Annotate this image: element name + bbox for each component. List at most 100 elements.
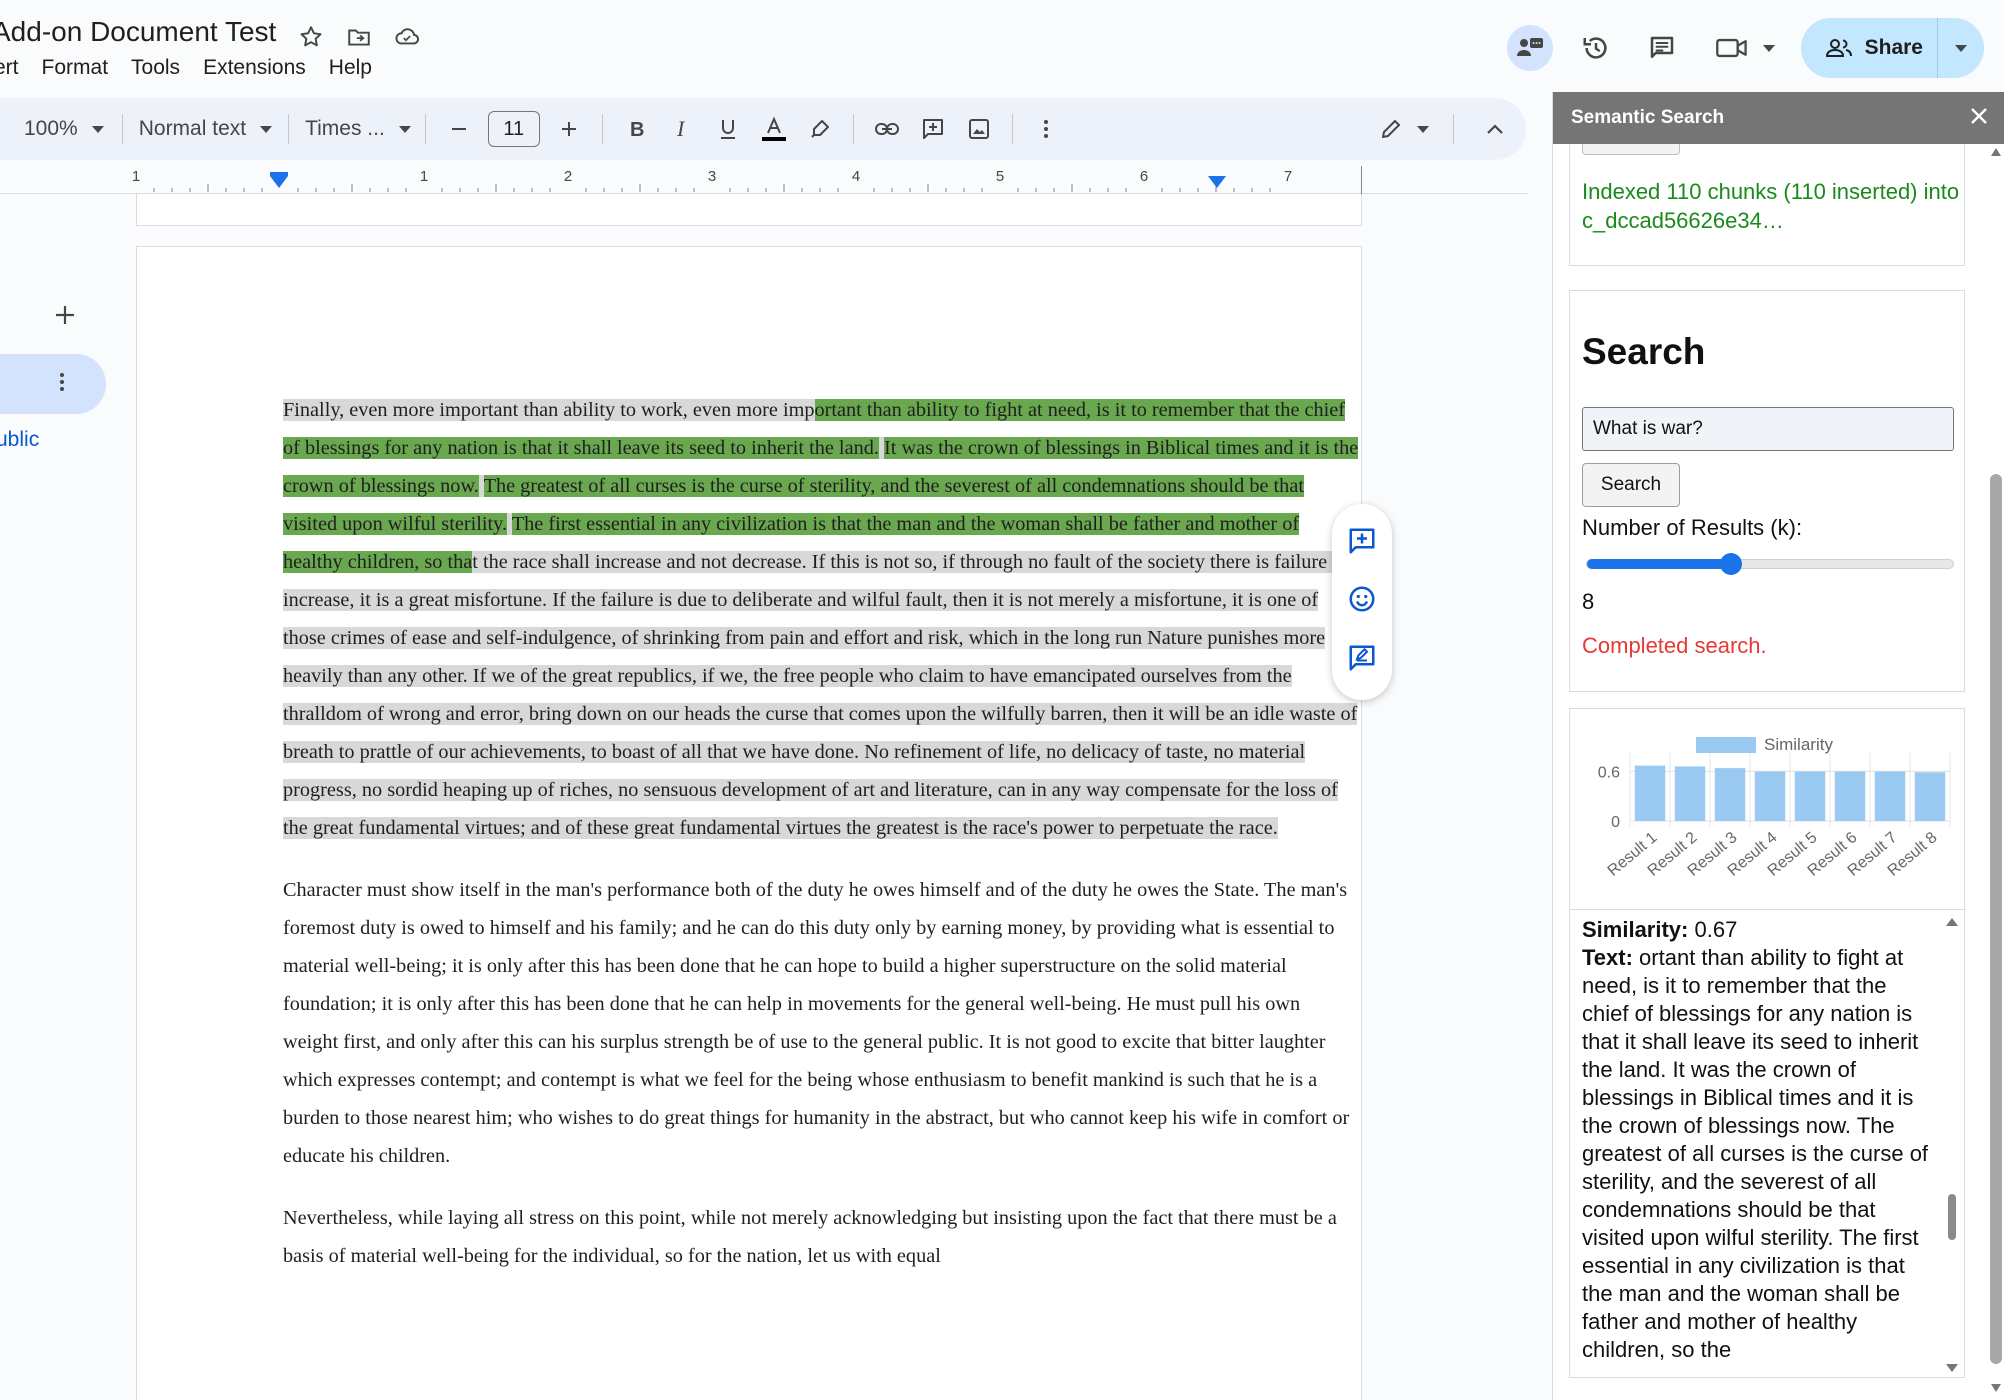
right-indent-marker[interactable] bbox=[1208, 176, 1226, 188]
results-scroll-thumb[interactable] bbox=[1948, 1194, 1956, 1240]
cloud-saved-icon[interactable] bbox=[392, 22, 422, 52]
divider bbox=[121, 114, 123, 144]
font-select[interactable]: Times ... bbox=[305, 109, 411, 149]
sidebar-header: Semantic Search bbox=[1553, 92, 2004, 144]
move-to-folder-icon[interactable] bbox=[344, 22, 374, 52]
chart-bar bbox=[1794, 771, 1826, 821]
indexed-message: Indexed 110 chunks (110 inserted) into c… bbox=[1582, 179, 1960, 233]
k-slider-fill bbox=[1587, 559, 1731, 569]
presence-chat-button[interactable] bbox=[1506, 25, 1553, 71]
emoji-reaction-icon[interactable] bbox=[1347, 584, 1377, 619]
search-button[interactable]: Search bbox=[1582, 463, 1680, 507]
comments-button[interactable] bbox=[1639, 25, 1685, 71]
menu-extensions[interactable]: Extensions bbox=[203, 56, 306, 80]
more-options-button[interactable] bbox=[1027, 109, 1065, 149]
k-slider-thumb[interactable] bbox=[1719, 553, 1742, 575]
highlight-color-button[interactable] bbox=[801, 109, 839, 149]
search-card: Search Search Number of Results (k): 8 C… bbox=[1569, 290, 1965, 692]
font-value: Times ... bbox=[305, 117, 385, 140]
close-icon[interactable] bbox=[1969, 106, 1989, 131]
search-input[interactable] bbox=[1582, 407, 1954, 451]
sidebar-title: Semantic Search bbox=[1571, 107, 1725, 128]
result-item: Similarity: 0.67 Text: ortant than abili… bbox=[1582, 916, 1934, 1364]
menu-insert[interactable]: ert bbox=[0, 56, 19, 80]
version-history-button[interactable] bbox=[1573, 25, 1619, 71]
more-vertical-icon bbox=[1043, 120, 1048, 138]
scroll-up-icon[interactable] bbox=[1991, 148, 2001, 156]
suggest-edits-icon[interactable] bbox=[1347, 643, 1377, 678]
document-page[interactable]: Finally, even more important than abilit… bbox=[136, 246, 1362, 1400]
sidebar-scrollbar[interactable] bbox=[1988, 144, 2004, 1400]
paragraph-2[interactable]: Character must show itself in the man's … bbox=[283, 871, 1359, 1175]
menu-tools[interactable]: Tools bbox=[131, 56, 180, 80]
insert-link-button[interactable] bbox=[868, 109, 906, 149]
add-comment-icon[interactable] bbox=[1347, 526, 1377, 561]
highlighter-icon bbox=[811, 120, 829, 138]
similarity-label: Similarity: bbox=[1582, 917, 1689, 942]
pencil-icon bbox=[1381, 120, 1400, 138]
k-value: 8 bbox=[1582, 589, 1595, 614]
chevron-down-icon bbox=[398, 125, 411, 133]
app-header: Add-on Document Test ert Format Tools Ex… bbox=[0, 0, 2004, 94]
ruler-label: 3 bbox=[707, 168, 717, 185]
ruler-ticks bbox=[153, 166, 1362, 194]
chevron-down-icon bbox=[91, 125, 104, 133]
share-button-group: Share bbox=[1800, 18, 1984, 78]
share-button[interactable]: Share bbox=[1801, 18, 1938, 78]
paragraph-1[interactable]: Finally, even more important than abilit… bbox=[283, 391, 1359, 847]
scroll-up-icon[interactable] bbox=[1946, 918, 1958, 926]
sidebar-scroll-thumb[interactable] bbox=[1990, 474, 2002, 1364]
share-options-button[interactable] bbox=[1938, 18, 1984, 78]
first-line-indent-marker[interactable] bbox=[270, 172, 288, 176]
document-canvas[interactable]: Finally, even more important than abilit… bbox=[0, 194, 1528, 1400]
selected-text: Finally, even more important than abilit… bbox=[283, 399, 815, 421]
italic-icon: I bbox=[676, 118, 686, 140]
insert-image-button[interactable] bbox=[960, 109, 998, 149]
scroll-down-icon[interactable] bbox=[1991, 1384, 2001, 1392]
divider bbox=[288, 114, 290, 144]
results-list[interactable]: Similarity: 0.67 Text: ortant than abili… bbox=[1570, 909, 1966, 1379]
text-color-button[interactable] bbox=[755, 109, 793, 149]
menu-help[interactable]: Help bbox=[329, 56, 372, 80]
svg-text:B: B bbox=[630, 119, 644, 140]
horizontal-ruler[interactable]: 1 1 2 3 4 5 6 7 bbox=[0, 166, 1528, 194]
editing-mode-button[interactable] bbox=[1369, 109, 1439, 149]
document-title[interactable]: Add-on Document Test bbox=[0, 16, 276, 48]
star-icon[interactable] bbox=[296, 22, 326, 52]
ruler-label: 2 bbox=[563, 168, 573, 185]
chevron-down-icon bbox=[1955, 44, 1967, 52]
chart-bar bbox=[1834, 771, 1866, 821]
add-comment-button[interactable] bbox=[914, 109, 952, 149]
chart-bar bbox=[1914, 772, 1946, 821]
video-camera-icon bbox=[1715, 38, 1747, 58]
search-status: Completed search. bbox=[1582, 633, 1767, 658]
y-tick-label: 0.6 bbox=[1598, 764, 1620, 781]
zoom-select[interactable]: 100% bbox=[24, 109, 104, 149]
italic-button[interactable]: I bbox=[663, 109, 701, 149]
divider bbox=[1011, 114, 1013, 144]
image-icon bbox=[968, 119, 989, 139]
scroll-down-icon[interactable] bbox=[1946, 1364, 1958, 1372]
font-size-input[interactable]: 11 bbox=[487, 111, 540, 147]
similarity-value: 0.67 bbox=[1688, 917, 1738, 942]
meet-button[interactable] bbox=[1715, 34, 1775, 62]
paragraph-3[interactable]: Nevertheless, while laying all stress on… bbox=[283, 1199, 1359, 1275]
left-indent-marker[interactable] bbox=[270, 176, 288, 188]
underline-button[interactable] bbox=[709, 109, 747, 149]
paragraph-style-select[interactable]: Normal text bbox=[139, 109, 273, 149]
chevron-down-icon bbox=[1416, 125, 1429, 133]
add-comment-icon bbox=[922, 119, 943, 139]
decrease-font-size-button[interactable] bbox=[440, 109, 478, 149]
menu-format[interactable]: Format bbox=[42, 56, 109, 80]
index-status-card: Indexed 110 chunks (110 inserted) into c… bbox=[1569, 144, 1965, 266]
formatting-toolbar: 100% Normal text Times ... 11 B I bbox=[0, 98, 1526, 160]
k-slider[interactable] bbox=[1586, 553, 1954, 575]
document-body[interactable]: Finally, even more important than abilit… bbox=[283, 391, 1359, 1299]
bold-button[interactable]: B bbox=[617, 109, 655, 149]
result-text: ortant than ability to fight at need, is… bbox=[1582, 945, 1929, 1362]
results-scrollbar[interactable] bbox=[1942, 914, 1962, 1376]
chart-bar bbox=[1674, 766, 1706, 821]
hide-menus-button[interactable] bbox=[1476, 109, 1514, 149]
increase-font-size-button[interactable] bbox=[550, 109, 588, 149]
index-button[interactable] bbox=[1582, 144, 1680, 155]
